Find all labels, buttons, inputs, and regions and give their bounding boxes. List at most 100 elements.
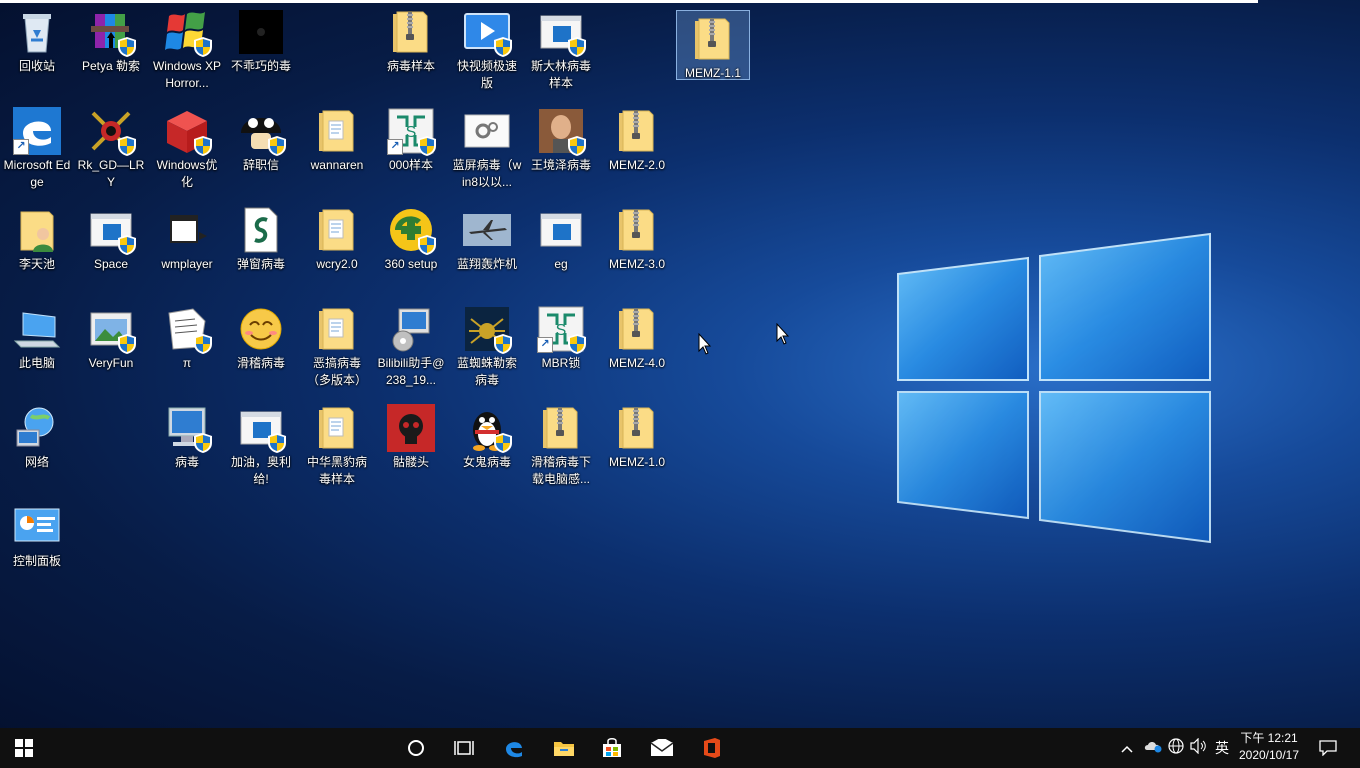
desktop-icon[interactable]: S ↗ MBR锁: [524, 301, 598, 393]
desktop[interactable]: 回收站 Petya 勒索 Windows XP Horror... 不乖巧的毒 病毒样本…: [0, 0, 1360, 728]
taskbar-store-button[interactable]: [588, 728, 636, 768]
desktop-icon[interactable]: 网络: [0, 400, 74, 492]
edge-icon: [506, 742, 522, 758]
desktop-icon[interactable]: 加油，奥利给!: [224, 400, 298, 492]
desktop-icon[interactable]: 控制面板: [0, 499, 74, 591]
desktop-icon[interactable]: 滑稽病毒: [224, 301, 298, 393]
desktop-icon[interactable]: 此电脑: [0, 301, 74, 393]
desktop-icon[interactable]: Petya 勒索: [74, 4, 148, 96]
desktop-icon-label: wannaren: [310, 158, 364, 172]
windows-xp-logo-icon: [163, 8, 212, 57]
clock[interactable]: 下午 12:21 2020/10/17: [1228, 730, 1310, 764]
desktop-icon[interactable]: wmplayer: [150, 202, 224, 294]
desktop-icon[interactable]: VeryFun: [74, 301, 148, 393]
desktop-icon-label: 滑稽病毒下载电脑感...: [530, 455, 591, 486]
desktop-icon[interactable]: MEMZ-4.0: [600, 301, 674, 393]
desktop-icon[interactable]: Space: [74, 202, 148, 294]
desktop-icon[interactable]: 弹窗病毒: [224, 202, 298, 294]
desktop-icon[interactable]: 恶搞病毒（多版本）: [300, 301, 374, 393]
desktop-icon[interactable]: MEMZ-3.0: [600, 202, 674, 294]
desktop-icon[interactable]: 斯大林病毒样本: [524, 4, 598, 96]
desktop-icon[interactable]: Rk_GD—LRY: [74, 103, 148, 195]
desktop-icon-label: 加油，奥利给!: [230, 455, 291, 486]
uac-shield-icon: [118, 235, 136, 255]
uac-shield-icon: [268, 433, 286, 453]
desktop-icon[interactable]: 女鬼病毒: [450, 400, 524, 492]
desktop-icon-label: MEMZ-2.0: [608, 158, 665, 172]
folder-icon: [313, 206, 361, 254]
desktop-icon[interactable]: ↗ Microsoft Edge: [0, 103, 74, 195]
desktop-icon[interactable]: π: [150, 301, 224, 393]
photo-icon: [537, 107, 586, 156]
action-center-button[interactable]: [1306, 728, 1350, 768]
desktop-icon[interactable]: MEMZ-2.0: [600, 103, 674, 195]
desktop-icon[interactable]: wannaren: [300, 103, 374, 195]
desktop-icon-label: 李天池: [18, 257, 55, 271]
desktop-icon[interactable]: wcry2.0: [300, 202, 374, 294]
desktop-icon-label: 蓝蜘蛛勒索病毒: [456, 356, 517, 387]
desktop-icon-label: wcry2.0: [316, 257, 358, 271]
tray-volume-button[interactable]: [1189, 737, 1209, 758]
desktop-icon-label: Petya 勒索: [81, 59, 141, 73]
desktop-icon[interactable]: 中华黑豹病毒样本: [300, 400, 374, 492]
gear-icon: [463, 107, 511, 155]
desktop-icon[interactable]: Windows优化: [150, 103, 224, 195]
desktop-icon[interactable]: 回收站: [0, 4, 74, 96]
svg-text:S: S: [556, 322, 567, 339]
desktop-icon-label: 弹窗病毒: [236, 257, 285, 271]
tray-expand-button[interactable]: [1120, 738, 1134, 758]
desktop-icon[interactable]: 不乖巧的毒: [224, 4, 298, 96]
taskbar-mail-button[interactable]: [638, 728, 686, 768]
desktop-icon-label: MEMZ-1.0: [608, 455, 665, 469]
desktop-icon[interactable]: MEMZ-1.0: [600, 400, 674, 492]
uac-shield-icon: [194, 433, 212, 453]
skull-icon: [387, 404, 435, 452]
desktop-icon[interactable]: eg: [524, 202, 598, 294]
desktop-icon[interactable]: 快视频极速版: [450, 4, 524, 96]
shortcut-arrow-icon: ↗: [13, 139, 29, 155]
taskbar-office-button[interactable]: [688, 728, 736, 768]
desktop-icon[interactable]: 蓝翔轰炸机: [450, 202, 524, 294]
uac-shield-icon: [118, 37, 136, 57]
svg-text:S: S: [406, 124, 417, 141]
uac-shield-icon: [268, 136, 286, 156]
start-button[interactable]: [0, 728, 48, 768]
script-file-icon: [237, 206, 285, 254]
desktop-icon[interactable]: 蓝蜘蛛勒索病毒: [450, 301, 524, 393]
zip-folder-icon: [613, 107, 661, 155]
top-window-edge: [0, 0, 1258, 3]
smiley-face-icon: [237, 305, 285, 353]
zip-folder-icon: [613, 404, 661, 452]
desktop-icon[interactable]: Windows XP Horror...: [150, 4, 224, 96]
desktop-icon-label: MBR锁: [541, 356, 581, 370]
taskbar-explorer-button[interactable]: [540, 728, 588, 768]
desktop-icon-label: 中华黑豹病毒样本: [306, 455, 367, 486]
desktop-icon[interactable]: 王境泽病毒: [524, 103, 598, 195]
desktop-icon[interactable]: Bilibili助手@238_19...: [374, 301, 448, 393]
zip-folder-icon: [689, 15, 737, 63]
taskbar-edge-button[interactable]: [490, 728, 538, 768]
uac-shield-icon: [194, 334, 212, 354]
uac-shield-icon: [568, 37, 586, 57]
tray-network-button[interactable]: [1166, 738, 1186, 758]
volume-icon: [1190, 737, 1206, 755]
desktop-icon[interactable]: 滑稽病毒下载电脑感...: [524, 400, 598, 492]
globe-icon: [1168, 738, 1184, 754]
document-icon: [163, 305, 212, 354]
tray-onedrive-button[interactable]: [1143, 738, 1163, 758]
desktop-icon[interactable]: 病毒: [150, 400, 224, 492]
desktop-icon-label: Space: [93, 257, 129, 271]
cortana-button[interactable]: [392, 728, 440, 768]
desktop-icon[interactable]: S ↗ 000样本: [374, 103, 448, 195]
folder-icon: [313, 305, 361, 353]
desktop-icon[interactable]: 李天池: [0, 202, 74, 294]
desktop-icon[interactable]: 蓝屏病毒（win8以以...: [450, 103, 524, 195]
task-view-button[interactable]: [440, 728, 488, 768]
desktop-icon[interactable]: 辞职信: [224, 103, 298, 195]
desktop-icon[interactable]: 360 setup: [374, 202, 448, 294]
desktop-icon[interactable]: 病毒样本: [374, 4, 448, 96]
chevron-up-icon: [1121, 745, 1133, 753]
desktop-icon-label: 000样本: [388, 158, 434, 172]
desktop-icon[interactable]: 骷髅头: [374, 400, 448, 492]
desktop-icon[interactable]: MEMZ-1.1: [676, 10, 750, 80]
